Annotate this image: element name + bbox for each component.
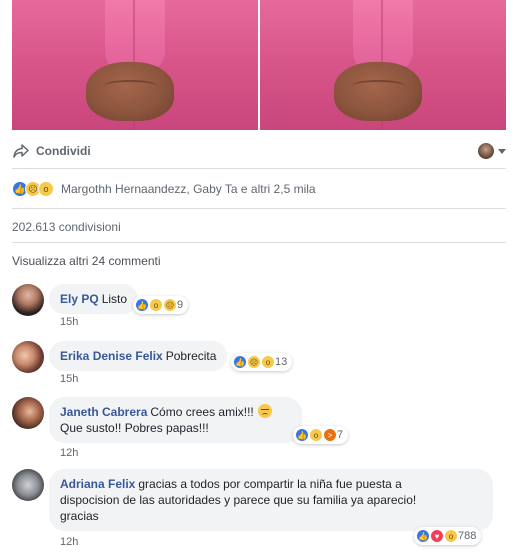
reactions-summary[interactable]: 👍 ☹ o Margothh Hernaandezz, Gaby Ta e al… <box>12 178 316 200</box>
wow-icon: o <box>309 428 323 442</box>
wow-icon: o <box>444 529 458 543</box>
reaction-count: 7 <box>337 429 344 441</box>
comment-time[interactable]: 15h <box>60 373 78 385</box>
reaction-icons: 👍 ☹ o <box>12 181 54 197</box>
comment-reactions[interactable]: 👍 ♥ o 788 <box>414 527 482 545</box>
comment-author[interactable]: Ely PQ <box>60 292 99 306</box>
account-avatar <box>478 143 494 159</box>
view-more-comments-link[interactable]: Visualizza altri 24 commenti <box>12 254 161 268</box>
avatar[interactable] <box>12 397 44 429</box>
sad-icon: ☹ <box>163 298 177 312</box>
comment-text-line: gracias a todos por compartir la niña fu… <box>138 477 402 491</box>
comment-bubble: Ely PQ Listo <box>49 284 139 314</box>
comment-time[interactable]: 12h <box>60 447 78 459</box>
comment-text: Listo <box>101 292 128 306</box>
wow-icon: o <box>261 355 275 369</box>
like-icon: 👍 <box>135 298 149 312</box>
share-button[interactable]: Condividi <box>12 143 91 159</box>
post-photo-left[interactable] <box>12 0 258 130</box>
comment-text-line: Que susto!! Pobres papas!!! <box>60 421 209 435</box>
comment-bubble: Janeth Cabrera Cómo crees amix!!! Que sus… <box>49 397 302 443</box>
comment-text-line: gracias <box>60 509 99 523</box>
angry-icon: > <box>323 428 337 442</box>
like-icon: 👍 <box>416 529 430 543</box>
sad-icon: ☹ <box>247 355 261 369</box>
reaction-count: 9 <box>177 299 184 311</box>
comment-author[interactable]: Adriana Felix <box>60 477 135 491</box>
reaction-count: 788 <box>458 530 477 542</box>
comment-text-line: Cómo crees amix!!! <box>150 405 254 419</box>
avatar[interactable] <box>12 341 44 373</box>
avatar[interactable] <box>12 469 44 501</box>
comment-bubble: Erika Denise Felix Pobrecita <box>49 341 228 371</box>
reactions-text[interactable]: Margothh Hernaandezz, Gaby Ta e altri 2,… <box>61 182 316 196</box>
divider <box>12 208 506 209</box>
share-arrow-icon <box>13 144 29 158</box>
like-icon: 👍 <box>233 355 247 369</box>
post-photo-right[interactable] <box>260 0 506 130</box>
divider <box>12 242 506 243</box>
shares-count[interactable]: 202.613 condivisioni <box>12 220 121 234</box>
comment-time[interactable]: 15h <box>60 316 78 328</box>
post-photos[interactable] <box>12 0 506 130</box>
comment-text-line: dispocision de las autoridades y parece … <box>60 493 417 507</box>
share-row: Condividi <box>12 138 506 164</box>
comment-text: Pobrecita <box>165 349 217 363</box>
comment-author[interactable]: Janeth Cabrera <box>60 405 147 419</box>
worried-face-icon <box>257 404 272 418</box>
share-label: Condividi <box>36 144 91 158</box>
comment-bubble: Adriana Felix gracias a todos por compart… <box>49 469 493 531</box>
reaction-count: 13 <box>275 356 288 368</box>
avatar[interactable] <box>12 284 44 316</box>
comment-author[interactable]: Erika Denise Felix <box>60 349 163 363</box>
comment-time[interactable]: 12h <box>60 536 78 548</box>
like-icon: 👍 <box>295 428 309 442</box>
wow-icon: o <box>38 181 54 197</box>
post-as-selector[interactable] <box>478 143 506 159</box>
caret-down-icon <box>498 148 506 154</box>
love-icon: ♥ <box>430 529 444 543</box>
comment-reactions[interactable]: 👍 o ☹ 9 <box>133 296 189 314</box>
wow-icon: o <box>149 298 163 312</box>
comment-reactions[interactable]: 👍 ☹ o 13 <box>231 353 293 371</box>
divider <box>12 168 506 169</box>
comment-reactions[interactable]: 👍 o > 7 <box>293 426 349 444</box>
